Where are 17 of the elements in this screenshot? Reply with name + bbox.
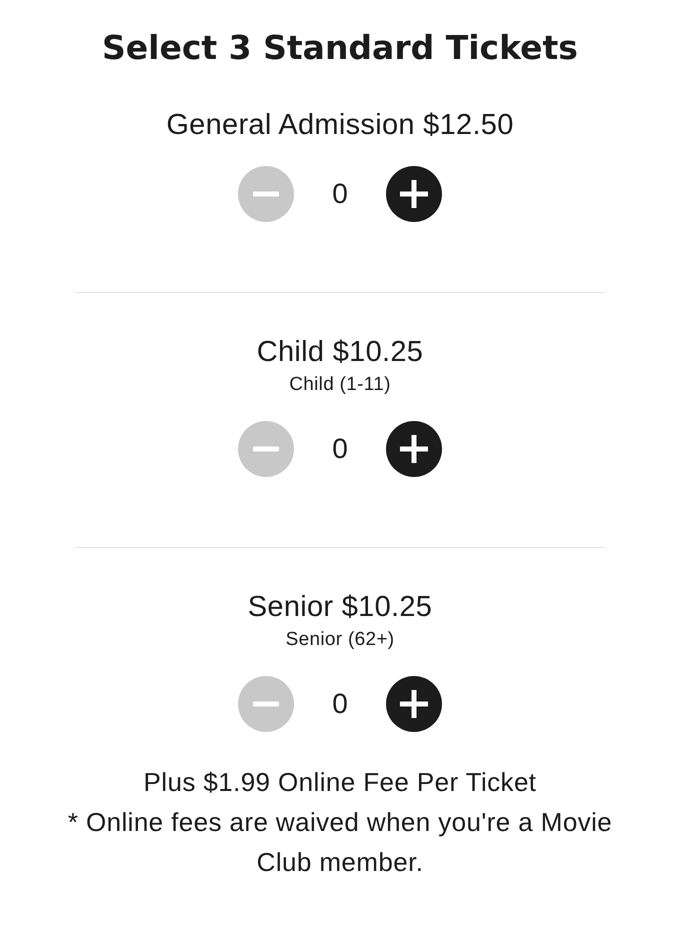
fee-note: Plus $1.99 Online Fee Per Ticket bbox=[142, 766, 538, 799]
ticket-title: Senior $10.25 bbox=[248, 590, 432, 624]
minus-icon bbox=[253, 701, 279, 707]
ticket-count: 0 bbox=[331, 433, 349, 465]
plus-icon bbox=[400, 180, 428, 208]
ticket-title: General Admission $12.50 bbox=[166, 108, 514, 142]
plus-icon bbox=[400, 690, 428, 718]
plus-icon bbox=[400, 435, 428, 463]
ticket-count: 0 bbox=[331, 688, 349, 720]
waiver-note: * Online fees are waived when you're a Movie Club member. bbox=[66, 806, 614, 879]
ticket-title: Child $10.25 bbox=[256, 335, 424, 369]
page-heading: Select 3 Standard Tickets bbox=[102, 27, 578, 69]
minus-icon bbox=[253, 191, 279, 197]
ticket-count: 0 bbox=[331, 178, 349, 210]
ticket-subtitle: Child (1-11) bbox=[289, 373, 391, 397]
ticket-subtitle: Senior (62+) bbox=[286, 628, 394, 652]
minus-icon bbox=[253, 446, 279, 452]
